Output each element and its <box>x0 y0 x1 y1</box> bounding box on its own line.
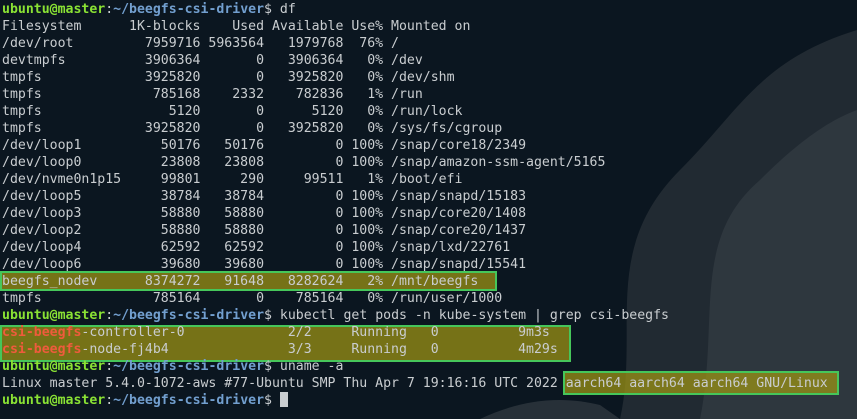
df-row: /dev/loop2 58880 58880 0 100% /snap/core… <box>2 223 527 238</box>
prompt-user-host: ubuntu@master <box>2 2 106 17</box>
df-row: /dev/loop3 58880 58880 0 100% /snap/core… <box>2 206 527 221</box>
df-row: /dev/loop1 50176 50176 0 100% /snap/core… <box>2 138 527 153</box>
df-row: /dev/root 7959716 5963564 1979768 76% / <box>2 36 399 51</box>
df-row: /dev/loop5 38784 38784 0 100% /snap/snap… <box>2 189 527 204</box>
text-cursor[interactable] <box>279 392 288 407</box>
df-row: tmpfs 5120 0 5120 0% /run/lock <box>2 104 463 119</box>
command-text: kubectl get pods -n kube-system | grep c… <box>279 308 669 323</box>
prompt-user-host: ubuntu@master <box>2 359 106 374</box>
prompt-line-current[interactable]: ubuntu@master:~/beegfs-csi-driver$ <box>2 392 857 409</box>
df-row: tmpfs 785168 2332 782836 1% /run <box>2 87 423 102</box>
prompt-line-df: ubuntu@master:~/beegfs-csi-driver$ df <box>2 2 296 17</box>
df-row: /dev/nvme0n1p15 99801 290 99511 1% /boot… <box>2 172 463 187</box>
df-row: /dev/loop0 23808 23808 0 100% /snap/amaz… <box>2 155 606 170</box>
df-header: Filesystem 1K-blocks Used Available Use%… <box>2 19 471 34</box>
grep-match: csi-beegfs <box>2 325 82 340</box>
terminal-output[interactable]: ubuntu@master:~/beegfs-csi-driver$ df Fi… <box>0 1 857 409</box>
prompt-line-kubectl: ubuntu@master:~/beegfs-csi-driver$ kubec… <box>2 308 669 323</box>
prompt-path: ~/beegfs-csi-driver <box>113 2 265 17</box>
df-row-beegfs-highlighted: beegfs_nodev 8374272 91648 8282624 2% /m… <box>0 271 857 291</box>
prompt-path: ~/beegfs-csi-driver <box>113 308 265 323</box>
prompt-path: ~/beegfs-csi-driver <box>113 393 265 408</box>
df-row: /dev/loop4 62592 62592 0 100% /snap/lxd/… <box>2 240 511 255</box>
df-row: devtmpfs 3906364 0 3906364 0% /dev <box>2 53 423 68</box>
pod-row: csi-beegfs-node-fj4b4 3/3 Running 0 4m29… <box>2 342 558 357</box>
prompt-path: ~/beegfs-csi-driver <box>113 359 265 374</box>
grep-match: csi-beegfs <box>2 342 82 357</box>
command-text: uname -a <box>279 359 344 374</box>
prompt-user-host: ubuntu@master <box>2 308 106 323</box>
arch-highlighted: aarch64 aarch64 aarch64 GNU/Linux <box>562 371 839 395</box>
pod-row: csi-beegfs-controller-0 2/2 Running 0 9m… <box>0 324 857 362</box>
prompt-user-host: ubuntu@master <box>2 393 106 408</box>
uname-output: Linux master 5.4.0-1072-aws #77-Ubuntu S… <box>2 371 857 395</box>
df-row: tmpfs 3925820 0 3925820 0% /dev/shm <box>2 70 455 85</box>
df-row: tmpfs 785164 0 785164 0% /run/user/1000 <box>2 291 503 306</box>
command-text: df <box>279 2 296 17</box>
df-row: tmpfs 3925820 0 3925820 0% /sys/fs/cgrou… <box>2 121 503 136</box>
